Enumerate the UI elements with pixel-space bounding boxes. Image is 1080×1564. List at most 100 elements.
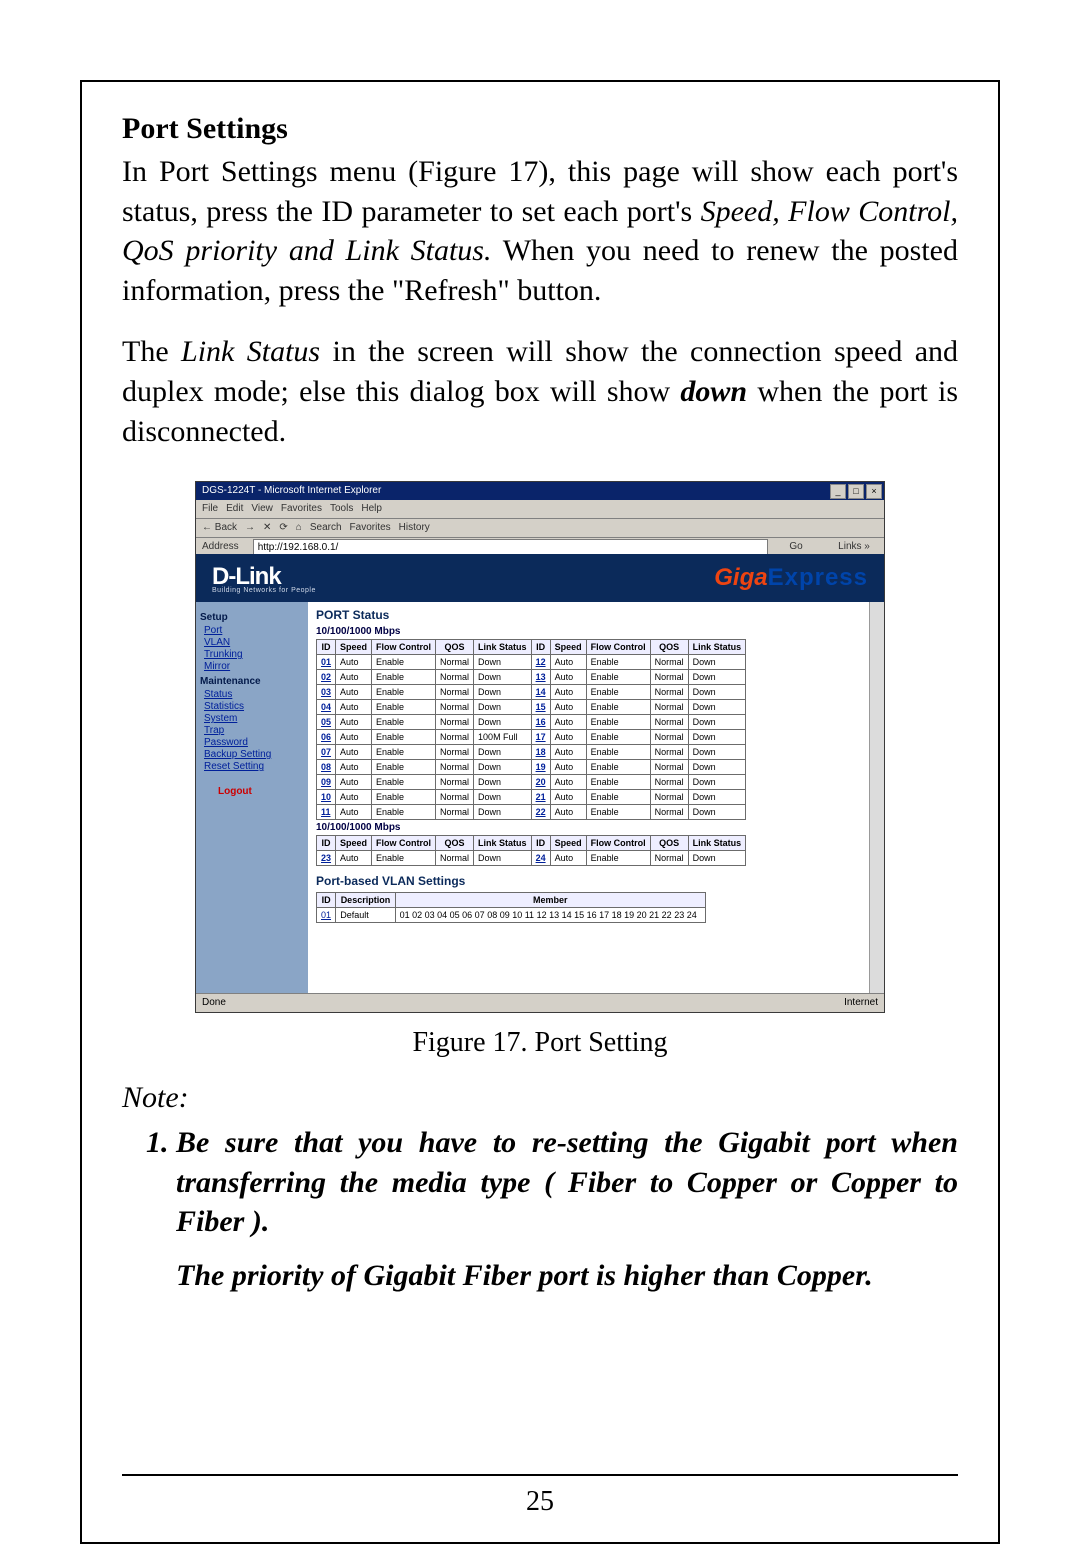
- port-id-link[interactable]: 02: [317, 670, 336, 685]
- address-input[interactable]: [253, 539, 768, 555]
- port-cell: Down: [688, 655, 746, 670]
- port-id-link[interactable]: 08: [317, 760, 336, 775]
- port-cell: Enable: [586, 730, 650, 745]
- port-cell: Enable: [372, 670, 436, 685]
- port-id-link[interactable]: 09: [317, 775, 336, 790]
- table-row: 09AutoEnableNormalDown20AutoEnableNormal…: [317, 775, 746, 790]
- port-cell: Enable: [372, 745, 436, 760]
- refresh-button[interactable]: ⟳: [279, 519, 287, 537]
- sidebar-item-mirror[interactable]: Mirror: [204, 661, 304, 672]
- port-cell: Auto: [336, 670, 372, 685]
- port-cell: Auto: [336, 655, 372, 670]
- port-id-link[interactable]: 11: [317, 805, 336, 820]
- port-cell: Down: [688, 805, 746, 820]
- vlan-id-link[interactable]: 01: [317, 908, 336, 923]
- history-button[interactable]: History: [399, 519, 430, 537]
- port-cell: Normal: [436, 775, 474, 790]
- port-id-link[interactable]: 15: [531, 700, 550, 715]
- table-row: 07AutoEnableNormalDown18AutoEnableNormal…: [317, 745, 746, 760]
- port-id-link[interactable]: 18: [531, 745, 550, 760]
- port-id-link[interactable]: 04: [317, 700, 336, 715]
- close-icon[interactable]: ×: [866, 484, 882, 499]
- sidebar-item-port[interactable]: Port: [204, 625, 304, 636]
- port-cell: Down: [474, 851, 532, 866]
- menu-file[interactable]: File: [202, 500, 218, 518]
- port-cell: Normal: [650, 851, 688, 866]
- maximize-icon[interactable]: □: [848, 484, 864, 499]
- port-id-link[interactable]: 06: [317, 730, 336, 745]
- port-id-link[interactable]: 17: [531, 730, 550, 745]
- table-row: 08AutoEnableNormalDown19AutoEnableNormal…: [317, 760, 746, 775]
- port-id-link[interactable]: 07: [317, 745, 336, 760]
- sidebar-item-backup[interactable]: Backup Setting: [204, 749, 304, 760]
- port-id-link[interactable]: 24: [531, 851, 550, 866]
- port-cell: Enable: [586, 775, 650, 790]
- port-id-link[interactable]: 23: [317, 851, 336, 866]
- search-button[interactable]: Search: [310, 519, 342, 537]
- port-cell: Enable: [586, 790, 650, 805]
- port-cell: Auto: [336, 760, 372, 775]
- port-id-link[interactable]: 14: [531, 685, 550, 700]
- back-button[interactable]: ← Back: [202, 519, 237, 537]
- vertical-scrollbar[interactable]: [869, 602, 884, 994]
- port-id-link[interactable]: 16: [531, 715, 550, 730]
- port-id-link[interactable]: 20: [531, 775, 550, 790]
- port-status-table-1: IDSpeedFlow ControlQOSLink StatusIDSpeed…: [316, 639, 746, 820]
- menu-help[interactable]: Help: [361, 500, 382, 518]
- port-id-link[interactable]: 13: [531, 670, 550, 685]
- port-cell: Normal: [436, 655, 474, 670]
- minimize-icon[interactable]: _: [830, 484, 846, 499]
- port-cell: Normal: [650, 745, 688, 760]
- sidebar-item-trunking[interactable]: Trunking: [204, 649, 304, 660]
- menu-view[interactable]: View: [251, 500, 273, 518]
- port-id-link[interactable]: 03: [317, 685, 336, 700]
- sidebar-logout[interactable]: Logout: [218, 786, 304, 797]
- table-row: 01AutoEnableNormalDown12AutoEnableNormal…: [317, 655, 746, 670]
- port-cell: Down: [688, 775, 746, 790]
- sidebar-item-reset[interactable]: Reset Setting: [204, 761, 304, 772]
- sidebar-item-status[interactable]: Status: [204, 689, 304, 700]
- ie-title-text: DGS-1224T - Microsoft Internet Explorer: [202, 485, 381, 496]
- sidebar-item-system[interactable]: System: [204, 713, 304, 724]
- port-cell: Auto: [336, 715, 372, 730]
- main-panel: PORT Status 10/100/1000 Mbps IDSpeedFlow…: [308, 602, 884, 994]
- port-id-link[interactable]: 19: [531, 760, 550, 775]
- port-cell: Enable: [372, 685, 436, 700]
- port-cell: Normal: [650, 700, 688, 715]
- port-cell: Normal: [650, 685, 688, 700]
- menu-favorites[interactable]: Favorites: [281, 500, 322, 518]
- favorites-button[interactable]: Favorites: [350, 519, 391, 537]
- port-cell: Enable: [586, 700, 650, 715]
- menu-tools[interactable]: Tools: [330, 500, 353, 518]
- port-status-title: PORT Status: [316, 608, 876, 622]
- port-cell: Down: [474, 700, 532, 715]
- port-cell: Normal: [436, 685, 474, 700]
- stop-button[interactable]: ✕: [263, 519, 271, 537]
- sidebar-item-trap[interactable]: Trap: [204, 725, 304, 736]
- port-id-link[interactable]: 22: [531, 805, 550, 820]
- vlan-cell: 01 02 03 04 05 06 07 08 09 10 11 12 13 1…: [395, 908, 705, 923]
- port-id-link[interactable]: 01: [317, 655, 336, 670]
- sidebar-item-password[interactable]: Password: [204, 737, 304, 748]
- port-id-link[interactable]: 05: [317, 715, 336, 730]
- home-button[interactable]: ⌂: [296, 519, 302, 537]
- port-cell: Down: [688, 730, 746, 745]
- port-id-link[interactable]: 12: [531, 655, 550, 670]
- port-id-link[interactable]: 21: [531, 790, 550, 805]
- port-cell: Down: [688, 670, 746, 685]
- port-cell: Enable: [372, 655, 436, 670]
- port-cell: Auto: [336, 730, 372, 745]
- table-row: 05AutoEnableNormalDown16AutoEnableNormal…: [317, 715, 746, 730]
- sidebar-item-statistics[interactable]: Statistics: [204, 701, 304, 712]
- para2-text-b: Link Status: [181, 335, 320, 368]
- port-cell: Down: [688, 700, 746, 715]
- port-col-header: Link Status: [474, 836, 532, 851]
- vlan-col-header: Member: [395, 893, 705, 908]
- port-id-link[interactable]: 10: [317, 790, 336, 805]
- port-col-header: ID: [531, 836, 550, 851]
- forward-button[interactable]: →: [245, 519, 255, 537]
- port-cell: Down: [688, 745, 746, 760]
- menu-edit[interactable]: Edit: [226, 500, 243, 518]
- sidebar-item-vlan[interactable]: VLAN: [204, 637, 304, 648]
- port-cell: Down: [474, 655, 532, 670]
